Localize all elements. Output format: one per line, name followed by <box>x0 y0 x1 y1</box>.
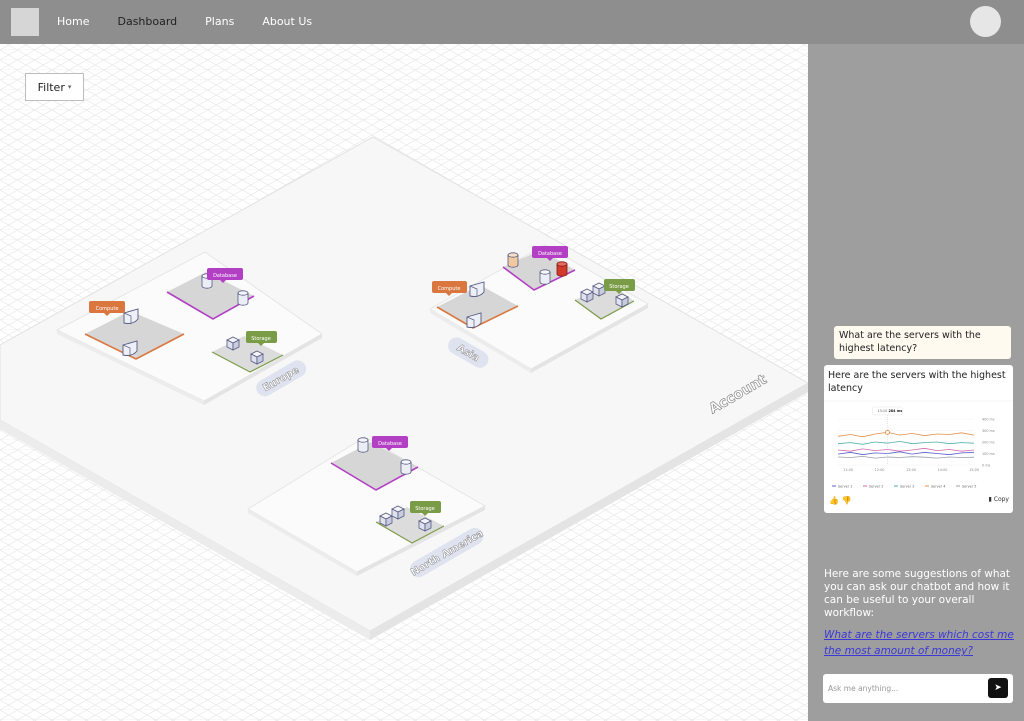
top-navigation-bar: Home Dashboard Plans About Us <box>0 0 1024 44</box>
chat-panel: What are the servers with the highest la… <box>808 44 1024 721</box>
send-button[interactable]: ➤ <box>988 678 1008 698</box>
chevron-down-icon: ▾ <box>67 83 72 91</box>
infrastructure-canvas[interactable]: Account Compute Database Storage Europe … <box>0 44 808 721</box>
tooltip-value: 284 ms <box>888 409 902 413</box>
svg-text:Storage: Storage <box>251 336 271 342</box>
main-nav: Home Dashboard Plans About Us <box>57 0 340 44</box>
legend-label: Server 2 <box>869 484 883 488</box>
nav-home[interactable]: Home <box>57 15 89 28</box>
database-alert-icon[interactable] <box>556 261 568 277</box>
tooltip-time: 13:10 <box>877 409 887 413</box>
thumbs-up-icon[interactable]: 👍 <box>829 496 839 505</box>
svg-text:Storage: Storage <box>609 284 629 290</box>
copy-button[interactable]: ▮ Copy <box>989 496 1009 503</box>
chart-ytick-label: 400 ms <box>982 418 995 422</box>
legend-label: Server 4 <box>931 484 945 488</box>
chart-xtick-label: 12:00 <box>875 468 885 472</box>
legend-label: Server 5 <box>962 484 976 488</box>
svg-text:Database: Database <box>538 251 562 257</box>
tooltip-marker <box>885 429 890 435</box>
svg-text:Storage: Storage <box>415 506 435 512</box>
chart-ytick-label: 0 ms <box>982 464 991 468</box>
chart-xtick-label: 13:00 <box>906 468 916 472</box>
latency-chart: 400 ms 300 ms 200 ms 100 ms 0 ms 11:00 12:00 13… <box>824 400 1013 488</box>
nav-about-us[interactable]: About Us <box>262 15 312 28</box>
copy-label: Copy <box>993 496 1009 503</box>
series-line-server-2 <box>837 447 975 452</box>
svg-text:Database: Database <box>213 273 237 279</box>
chat-input[interactable] <box>828 679 978 698</box>
bot-message: Here are the servers with the highest la… <box>824 365 1013 513</box>
chart-ytick-label: 100 ms <box>982 452 995 456</box>
nav-dashboard[interactable]: Dashboard <box>117 15 177 28</box>
chart-ytick-label: 300 ms <box>982 429 995 433</box>
legend-label: Server 3 <box>900 484 914 488</box>
avatar[interactable] <box>970 6 1001 37</box>
clipboard-icon: ▮ <box>988 496 992 503</box>
chart-xtick-label: 14:00 <box>938 468 948 472</box>
svg-text:Compute: Compute <box>438 286 461 292</box>
series-line-server-4 <box>837 431 975 438</box>
suggestions-intro: Here are some suggestions of what you ca… <box>824 568 1011 619</box>
database-warning-icon[interactable] <box>507 252 519 268</box>
logo[interactable] <box>11 8 39 36</box>
chart-xtick-label: 11:00 <box>843 468 853 472</box>
chat-input-box: ➤ <box>823 674 1013 703</box>
user-message: What are the servers with the highest la… <box>834 326 1011 359</box>
chart-ytick-label: 200 ms <box>982 441 995 445</box>
chart-xtick-label: 15:00 <box>969 468 979 472</box>
thumbs-down-icon[interactable]: 👎 <box>842 496 852 505</box>
svg-text:Compute: Compute <box>96 306 119 312</box>
series-line-server-5 <box>837 455 975 459</box>
send-icon: ➤ <box>994 683 1002 693</box>
nav-plans[interactable]: Plans <box>205 15 234 28</box>
filter-dropdown[interactable]: Filter ▾ <box>25 73 84 101</box>
legend-label: Server 1 <box>838 484 852 488</box>
isometric-map: Account Compute Database Storage Europe … <box>0 44 808 721</box>
filter-label: Filter <box>37 80 65 94</box>
svg-text:Database: Database <box>378 441 402 447</box>
suggestion-link[interactable]: What are the servers which cost me the m… <box>824 627 1014 659</box>
